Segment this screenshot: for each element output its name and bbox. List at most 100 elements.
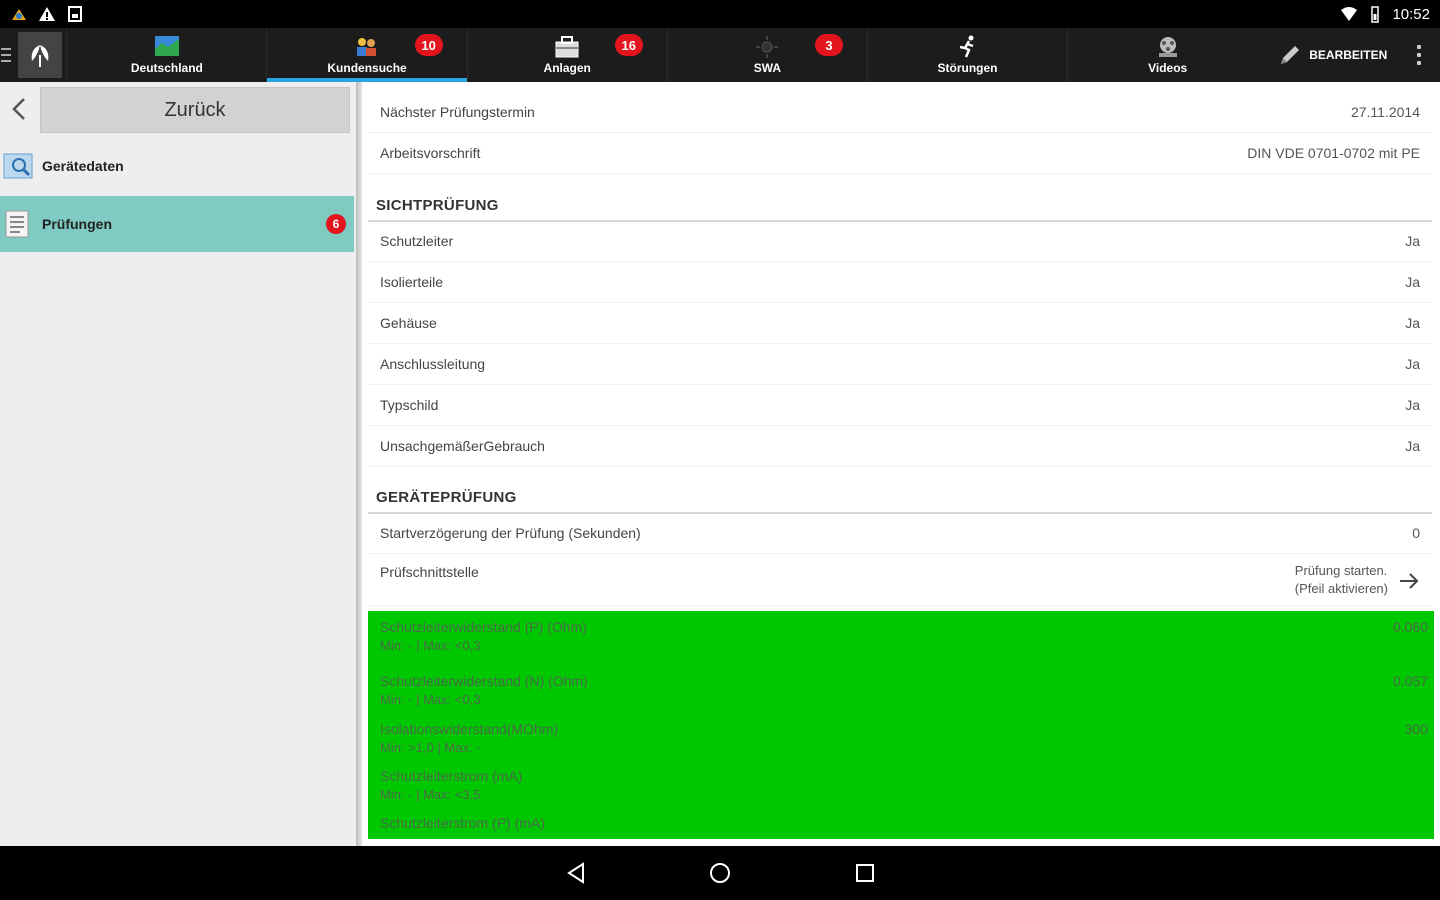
overflow-menu-icon[interactable] xyxy=(1397,28,1440,82)
content-area: Zurück Gerätedaten Prüfungen 6 Nächster … xyxy=(0,82,1440,846)
detail-row[interactable]: Nächster Prüfungstermin 27.11.2014 xyxy=(368,92,1432,133)
sun-icon xyxy=(756,36,779,58)
chevron-left-icon[interactable] xyxy=(8,96,30,122)
measurement-limits: Min: - | Max: <0,3 xyxy=(380,692,481,707)
checklist-icon xyxy=(5,210,29,238)
measurement-item[interactable]: Schutzleiterstrom (mA) Min: - | Max: <3,… xyxy=(368,768,1434,806)
row-value: DIN VDE 0701-0702 mit PE xyxy=(1247,145,1420,161)
device-data-icon xyxy=(3,153,33,179)
arrow-right-icon[interactable] xyxy=(1398,571,1420,591)
count-badge: 10 xyxy=(414,34,443,56)
measurement-limits: Min: - | Max: <0,3 xyxy=(380,638,481,653)
hint-line-1: Prüfung starten. xyxy=(1294,563,1388,578)
sidebar-item-pruefungen[interactable]: Prüfungen 6 xyxy=(0,196,354,252)
system-nav-bar xyxy=(0,846,1440,900)
measurement-results: Schutzleiterwiderstand (P) (Ohm) 0.060 Mi… xyxy=(368,611,1434,839)
tab-label: Kundensuche xyxy=(327,61,407,75)
app-logo[interactable] xyxy=(17,32,63,78)
measurement-item[interactable]: Schutzleiterstrom (P) (mA) xyxy=(368,815,1434,839)
nav-home-icon[interactable] xyxy=(708,861,732,885)
section-header-geraetepruefung: GERÄTEPRÜFUNG xyxy=(368,480,1432,514)
tab-label: Deutschland xyxy=(130,61,203,75)
tab-label: Anlagen xyxy=(543,61,591,75)
row-value: Ja xyxy=(1405,233,1420,249)
edit-button[interactable]: BEARBEITEN xyxy=(1267,28,1397,82)
back-row: Zurück xyxy=(0,82,358,138)
tab-stoerungen[interactable]: Störungen xyxy=(866,28,1067,82)
count-badge: 16 xyxy=(614,34,643,56)
download-icon xyxy=(68,6,82,22)
people-icon xyxy=(357,38,377,56)
row-value: Ja xyxy=(1405,438,1420,454)
detail-pane: Nächster Prüfungstermin 27.11.2014 Arbei… xyxy=(362,82,1440,846)
measurement-limits: Min: >1,0 | Max: - xyxy=(380,740,481,755)
row-label: Gehäuse xyxy=(380,315,437,331)
tab-label: Videos xyxy=(1148,61,1188,75)
nav-back-icon[interactable] xyxy=(564,861,588,885)
interface-row[interactable]: Prüfschnittstelle Prüfung starten. (Pfei… xyxy=(368,554,1432,606)
drawer-menu-icon[interactable] xyxy=(0,28,14,82)
count-badge: 6 xyxy=(326,214,346,234)
toolbox-icon xyxy=(555,36,579,58)
row-label: Arbeitsvorschrift xyxy=(380,145,481,161)
measurement-name: Schutzleiterwiderstand (N) (Ohm) xyxy=(380,673,588,689)
row-label: Anschlussleitung xyxy=(380,356,486,372)
count-badge: 3 xyxy=(814,34,843,56)
tab-kundensuche[interactable]: Kundensuche 10 xyxy=(266,28,467,82)
measurement-value: 0.060 xyxy=(1392,619,1428,635)
warning-icon xyxy=(39,7,55,21)
hint-line-2: (Pfeil aktivieren) xyxy=(1294,581,1388,596)
row-label: Startverzögerung der Prüfung (Sekunden) xyxy=(380,525,641,541)
start-test-action[interactable]: Prüfung starten. (Pfeil aktivieren) xyxy=(1295,562,1420,598)
measurement-item[interactable]: Schutzleiterwiderstand (N) (Ohm) 0.057 Mi… xyxy=(368,673,1434,711)
row-value: 27.11.2014 xyxy=(1350,104,1420,120)
tab-videos[interactable]: Videos xyxy=(1067,28,1267,82)
nav-recents-icon[interactable] xyxy=(853,861,877,885)
row-label: UnsachgemäßerGebrauch xyxy=(380,438,545,454)
measurement-name: Isolationswiderstand(MOhm) xyxy=(380,721,559,737)
row-value: 0 xyxy=(1412,525,1420,541)
measurement-value: 300 xyxy=(1404,721,1428,737)
measurement-value: 0.057 xyxy=(1392,673,1428,689)
sidebar: Zurück Gerätedaten Prüfungen 6 xyxy=(0,82,358,846)
measurement-item[interactable]: Schutzleiterwiderstand (P) (Ohm) 0.060 Mi… xyxy=(368,619,1434,657)
measurement-limits: Min: - | Max: <3,5 xyxy=(380,787,481,802)
tab-anlagen[interactable]: Anlagen 16 xyxy=(466,28,667,82)
leaf-logo-icon xyxy=(31,45,49,67)
start-test-hint: Prüfung starten. (Pfeil aktivieren) xyxy=(1295,562,1388,598)
sidebar-item-label: Prüfungen xyxy=(42,216,112,232)
map-icon xyxy=(154,36,179,56)
check-row[interactable]: Schutzleiter Ja xyxy=(368,221,1432,262)
measurement-name: Schutzleiterstrom (mA) xyxy=(380,768,523,784)
measurement-name: Schutzleiterwiderstand (P) (Ohm) xyxy=(380,619,587,635)
tab-swa[interactable]: SWA 3 xyxy=(666,28,867,82)
action-bar: Deutschland Kundensuche 10 Anlagen 16 SW… xyxy=(0,28,1440,82)
delay-row[interactable]: Startverzögerung der Prüfung (Sekunden) … xyxy=(368,513,1432,554)
wifi-icon xyxy=(1341,7,1358,21)
status-bar: 10:52 xyxy=(0,0,1440,28)
tab-deutschland[interactable]: Deutschland xyxy=(66,28,266,82)
tab-label: Störungen xyxy=(937,61,998,75)
check-row[interactable]: Anschlussleitung Ja xyxy=(368,344,1432,385)
runner-icon xyxy=(959,35,974,58)
back-button[interactable]: Zurück xyxy=(40,87,350,133)
row-label: Nächster Prüfungstermin xyxy=(380,104,535,120)
app-notification-icon xyxy=(12,9,26,20)
sidebar-item-geraetedaten[interactable]: Gerätedaten xyxy=(0,138,354,194)
check-row[interactable]: UnsachgemäßerGebrauch Ja xyxy=(368,426,1432,467)
sidebar-item-label: Gerätedaten xyxy=(42,158,124,174)
detail-row[interactable]: Arbeitsvorschrift DIN VDE 0701-0702 mit … xyxy=(368,133,1432,174)
check-row[interactable]: Typschild Ja xyxy=(368,385,1432,426)
row-label: Prüfschnittstelle xyxy=(380,564,479,580)
row-label: Schutzleiter xyxy=(380,233,454,249)
measurement-limits xyxy=(380,834,1428,839)
check-row[interactable]: Isolierteile Ja xyxy=(368,262,1432,303)
status-system: 10:52 xyxy=(1340,5,1430,23)
row-value: Ja xyxy=(1405,274,1420,290)
check-row[interactable]: Gehäuse Ja xyxy=(368,303,1432,344)
measurement-name: Schutzleiterstrom (P) (mA) xyxy=(380,815,545,831)
row-value: Ja xyxy=(1405,356,1420,372)
edit-label: BEARBEITEN xyxy=(1309,48,1388,62)
film-icon xyxy=(1158,37,1177,57)
measurement-item[interactable]: Isolationswiderstand(MOhm) 300 Min: >1,0 … xyxy=(368,721,1434,759)
